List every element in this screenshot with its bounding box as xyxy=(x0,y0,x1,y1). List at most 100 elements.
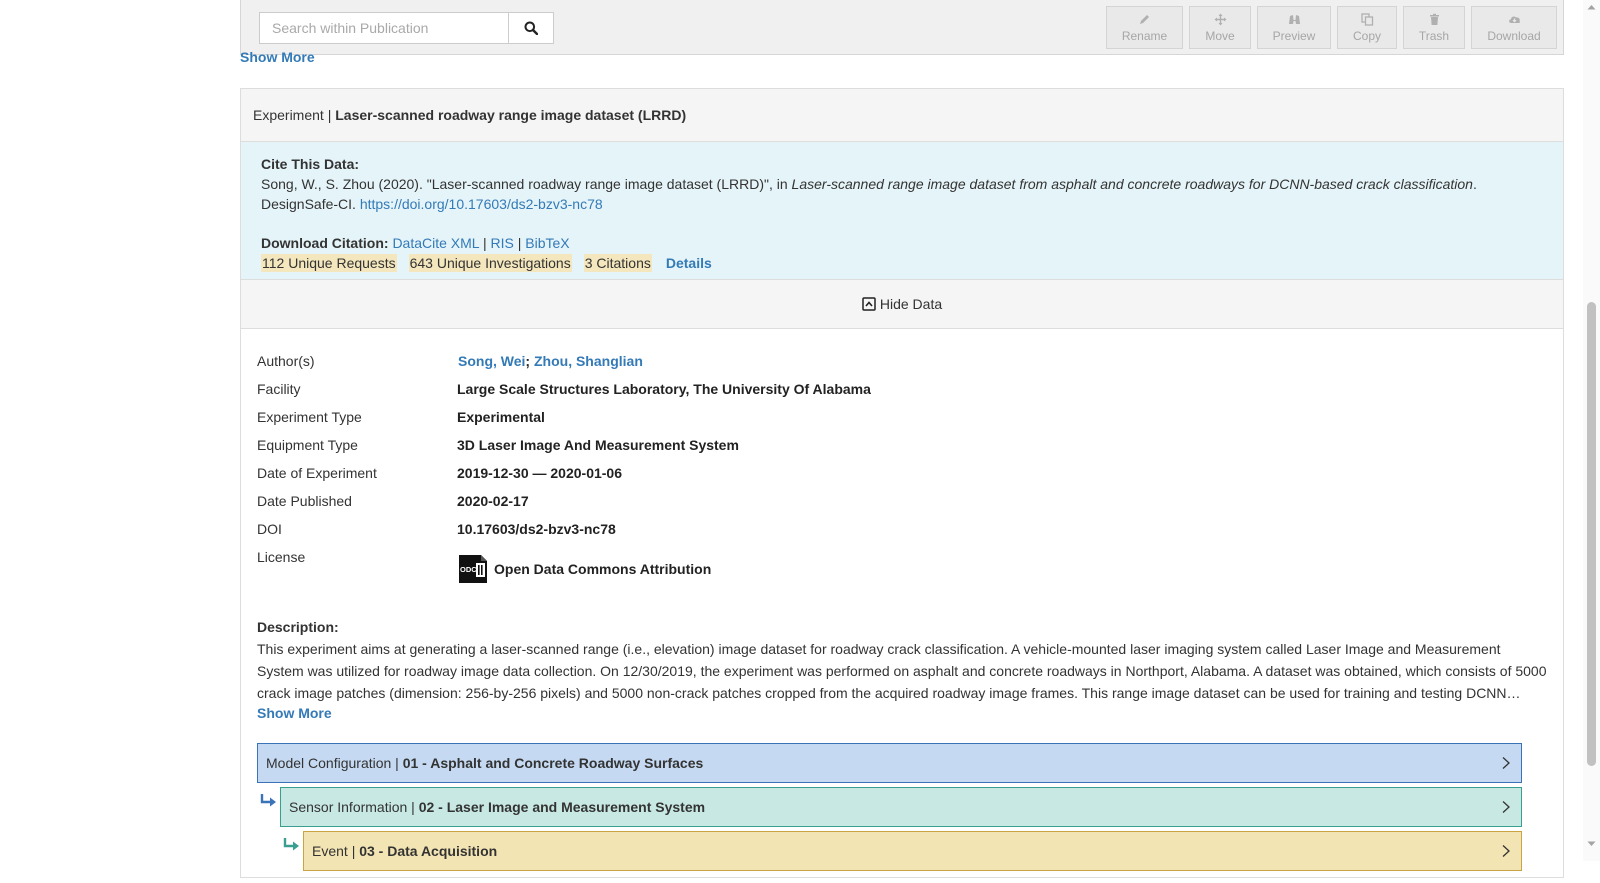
author-link[interactable]: Song, Wei xyxy=(458,353,525,369)
doi-value: 10.17603/ds2-bzv3-nc78 xyxy=(457,521,616,537)
odc-badge-text: ODC xyxy=(460,565,477,574)
download-button[interactable]: Download xyxy=(1471,6,1557,49)
unique-requests-badge: 112 Unique Requests xyxy=(261,254,397,272)
trash-button[interactable]: Trash xyxy=(1403,6,1465,49)
tree-item-event[interactable]: Event | 03 - Data Acquisition xyxy=(303,831,1522,871)
odc-license-icon: ODC xyxy=(459,555,487,583)
license-label: License xyxy=(257,549,306,565)
equipment-type-value: 3D Laser Image And Measurement System xyxy=(457,437,739,453)
authors-label: Author(s) xyxy=(257,353,315,369)
description-show-more-link[interactable]: Show More xyxy=(257,705,332,721)
copy-icon xyxy=(1360,12,1373,26)
move-button[interactable]: Move xyxy=(1189,6,1251,49)
event-name: 03 - Data Acquisition xyxy=(359,843,498,859)
copy-label: Copy xyxy=(1352,28,1381,43)
sensor-type-label: Sensor Information | xyxy=(289,799,415,815)
hide-data-label: Hide Data xyxy=(879,296,943,312)
date-published-label: Date Published xyxy=(257,493,352,509)
separator: | xyxy=(482,235,487,251)
download-label: Download xyxy=(1487,28,1541,43)
experiment-type-value: Experimental xyxy=(457,409,545,425)
citations-badge: 3 Citations xyxy=(583,254,652,272)
experiment-type-field-label: Experiment Type xyxy=(257,409,362,425)
citation-doi-link[interactable]: https://doi.org/10.17603/ds2-bzv3-nc78 xyxy=(360,196,603,212)
page-scrollbar[interactable] xyxy=(1583,0,1600,861)
pencil-icon xyxy=(1140,14,1149,24)
trash-label: Trash xyxy=(1418,28,1450,43)
tree-item-model-configuration[interactable]: Model Configuration | 01 - Asphalt and C… xyxy=(257,743,1522,783)
scroll-down-arrow-icon[interactable] xyxy=(1587,841,1596,847)
cite-label: Cite This Data: xyxy=(261,156,360,172)
publication-toolbar: Rename Move Preview Copy xyxy=(240,0,1564,55)
tree-item-sensor-information[interactable]: Sensor Information | 02 - Laser Image an… xyxy=(280,787,1522,827)
equipment-type-label: Equipment Type xyxy=(257,437,358,453)
date-of-experiment-value: 2019-12-30 — 2020-01-06 xyxy=(457,465,623,481)
search-input[interactable] xyxy=(259,12,509,44)
download-citation-label: Download Citation: xyxy=(261,235,389,251)
author-separator: ; xyxy=(525,353,531,369)
experiment-metadata: Author(s) Song, Wei; Zhou, Shanglian Fac… xyxy=(241,329,1563,585)
search-icon xyxy=(524,21,538,35)
chevron-right-icon xyxy=(1502,845,1510,857)
description-text: This experiment aims at generating a las… xyxy=(257,641,1547,701)
citation-publisher: DesignSafe-CI. xyxy=(261,196,356,212)
scroll-up-arrow-icon[interactable] xyxy=(1587,4,1596,10)
license-value: Open Data Commons Attribution xyxy=(494,561,712,577)
preview-label: Preview xyxy=(1272,28,1316,43)
equipment-type-row: Equipment Type 3D Laser Image And Measur… xyxy=(257,435,1547,455)
event-type-label: Event | xyxy=(312,843,356,859)
trash-icon xyxy=(1429,13,1439,25)
facility-row: Facility Large Scale Structures Laborato… xyxy=(257,379,1547,399)
citation-authors: Song, W., S. Zhou (2020). "Laser-scanned… xyxy=(261,176,792,192)
facility-label: Facility xyxy=(257,381,301,397)
sensor-name: 02 - Laser Image and Measurement System xyxy=(418,799,706,815)
citation-text: Song, W., S. Zhou (2020). "Laser-scanned… xyxy=(261,174,1543,194)
experiment-heading: Experiment | Laser-scanned roadway range… xyxy=(241,89,1563,142)
citation-project: Laser-scanned range image dataset from a… xyxy=(791,176,1473,192)
date-published-row: Date Published 2020-02-17 xyxy=(257,491,1547,511)
bibtex-link[interactable]: BibTeX xyxy=(525,235,569,251)
description-section: Description: This experiment aims at gen… xyxy=(241,593,1563,721)
search-button[interactable] xyxy=(509,12,554,44)
model-type-label: Model Configuration | xyxy=(266,755,399,771)
preview-button[interactable]: Preview xyxy=(1257,6,1331,49)
doi-label: DOI xyxy=(257,521,282,537)
collapse-up-icon xyxy=(862,297,876,311)
metrics-details-link[interactable]: Details xyxy=(666,255,712,271)
date-of-experiment-row: Date of Experiment 2019-12-30 — 2020-01-… xyxy=(257,463,1547,483)
experiment-type-row: Experiment Type Experimental xyxy=(257,407,1547,427)
rename-label: Rename xyxy=(1121,28,1168,43)
tree-branch-arrow-icon xyxy=(283,838,299,851)
rename-button[interactable]: Rename xyxy=(1106,6,1183,49)
license-row: License ODC Open Data Commons Attributio… xyxy=(257,547,1547,585)
chevron-right-icon xyxy=(1502,757,1510,769)
hide-data-toggle[interactable]: Hide Data xyxy=(241,280,1563,329)
move-label: Move xyxy=(1205,28,1235,43)
unique-investigations-badge: 643 Unique Investigations xyxy=(408,254,572,272)
scrollbar-thumb[interactable] xyxy=(1587,302,1596,766)
description-label: Description: xyxy=(257,619,339,635)
citation-period: . xyxy=(1472,176,1477,192)
doi-row: DOI 10.17603/ds2-bzv3-nc78 xyxy=(257,519,1547,539)
move-arrows-icon xyxy=(1214,13,1226,25)
ris-link[interactable]: RIS xyxy=(490,235,513,251)
cloud-download-icon xyxy=(1508,15,1520,23)
citation-box: Cite This Data: Song, W., S. Zhou (2020)… xyxy=(241,142,1563,280)
experiment-title: Laser-scanned roadway range image datase… xyxy=(335,107,687,123)
author-link[interactable]: Zhou, Shanglian xyxy=(534,353,643,369)
chevron-right-icon xyxy=(1502,801,1510,813)
search-group xyxy=(259,12,554,44)
file-actions: Rename Move Preview Copy Trash Download xyxy=(1106,6,1557,49)
experiment-type-label: Experiment | xyxy=(253,107,332,123)
separator: | xyxy=(517,235,522,251)
datacite-xml-link[interactable]: DataCite XML xyxy=(392,235,479,251)
facility-value: Large Scale Structures Laboratory, The U… xyxy=(457,381,871,397)
date-published-value: 2020-02-17 xyxy=(457,493,529,509)
data-tree: Model Configuration | 01 - Asphalt and C… xyxy=(241,743,1563,883)
show-more-top-link[interactable]: Show More xyxy=(240,49,315,65)
tree-branch-arrow-icon xyxy=(260,794,276,807)
copy-button[interactable]: Copy xyxy=(1337,6,1397,49)
authors-row: Author(s) Song, Wei; Zhou, Shanglian xyxy=(257,351,1547,371)
binoculars-icon xyxy=(1288,14,1300,24)
experiment-panel: Experiment | Laser-scanned roadway range… xyxy=(240,88,1564,878)
